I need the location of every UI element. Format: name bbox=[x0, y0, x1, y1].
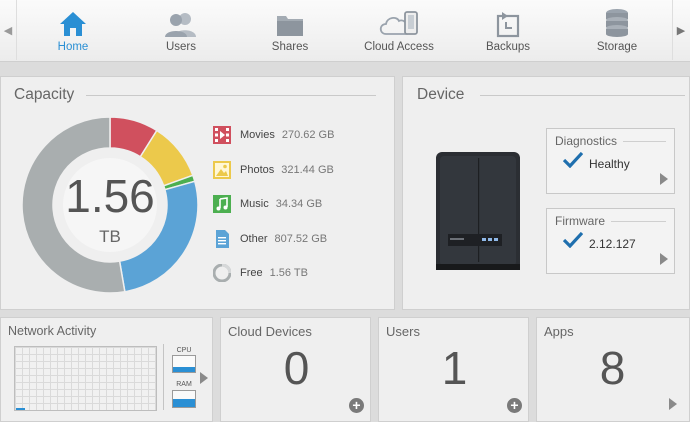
nav-item-cloud-access[interactable]: Cloud Access bbox=[358, 0, 440, 60]
legend-label: Movies bbox=[240, 129, 275, 141]
music-icon bbox=[213, 195, 231, 213]
chevron-right-icon: ▶ bbox=[676, 24, 686, 37]
cloud-devices-panel[interactable]: Cloud Devices 0 + bbox=[220, 317, 371, 422]
legend-size: 807.52 GB bbox=[274, 233, 328, 245]
card-divider bbox=[623, 141, 666, 142]
legend-label: Other bbox=[240, 233, 268, 245]
legend-label: Music bbox=[240, 198, 269, 210]
top-navigation: ◀ Home Users Shares Cloud Access Backups… bbox=[0, 0, 690, 62]
apps-title: Apps bbox=[544, 324, 574, 339]
diagnostics-title: Diagnostics bbox=[555, 134, 618, 148]
nav-item-backups[interactable]: Backups bbox=[473, 0, 543, 60]
nav-item-label: Backups bbox=[485, 41, 531, 53]
legend-size: 1.56 TB bbox=[269, 267, 308, 279]
cpu-meter bbox=[172, 355, 196, 373]
add-cloud-device-button[interactable]: + bbox=[349, 398, 364, 413]
chevron-right-icon[interactable] bbox=[669, 398, 677, 410]
firmware-title: Firmware bbox=[555, 214, 605, 228]
cloud-devices-title: Cloud Devices bbox=[228, 324, 312, 339]
database-icon bbox=[604, 0, 630, 38]
title-divider bbox=[480, 95, 685, 96]
nav-item-label: Storage bbox=[596, 41, 638, 53]
apps-panel[interactable]: Apps 8 bbox=[536, 317, 690, 422]
document-icon bbox=[213, 230, 231, 248]
nav-item-label: Users bbox=[165, 41, 197, 53]
ram-meter bbox=[172, 390, 196, 408]
legend-size: 321.44 GB bbox=[281, 164, 334, 176]
chevron-left-icon: ◀ bbox=[3, 24, 13, 37]
apps-count: 8 bbox=[599, 342, 626, 394]
cpu-label: CPU bbox=[176, 347, 192, 354]
free-space-icon bbox=[213, 264, 231, 282]
image-icon bbox=[213, 161, 231, 179]
nav-item-users[interactable]: Users bbox=[146, 0, 216, 60]
users-panel[interactable]: Users 1 + bbox=[378, 317, 529, 422]
nav-item-label: Home bbox=[57, 41, 89, 53]
chevron-right-icon[interactable] bbox=[660, 173, 668, 185]
nav-scroll-left-button[interactable]: ◀ bbox=[0, 0, 17, 60]
folder-icon bbox=[276, 0, 304, 38]
nav-scroll-right-button[interactable]: ▶ bbox=[672, 0, 689, 60]
legend-label: Photos bbox=[240, 164, 275, 176]
legend-item-other: Other 807.52 GB bbox=[213, 229, 327, 249]
checkmark-icon bbox=[562, 151, 584, 173]
ram-label: RAM bbox=[176, 381, 192, 388]
users-title: Users bbox=[386, 324, 420, 339]
diagnostics-card[interactable]: Diagnostics Healthy bbox=[546, 128, 675, 194]
diagnostics-value: Healthy bbox=[589, 157, 630, 171]
home-icon bbox=[58, 0, 88, 38]
legend-size: 270.62 GB bbox=[281, 129, 335, 141]
legend-size: 34.34 GB bbox=[275, 198, 323, 210]
nav-item-shares[interactable]: Shares bbox=[255, 0, 325, 60]
legend-item-free: Free 1.56 TB bbox=[213, 263, 308, 283]
cloud-devices-count: 0 bbox=[283, 342, 310, 394]
users-icon bbox=[165, 0, 197, 38]
film-icon bbox=[213, 126, 231, 144]
capacity-title: Capacity bbox=[14, 86, 75, 103]
legend-item-photos: Photos 321.44 GB bbox=[213, 160, 334, 180]
capacity-total-unit: TB bbox=[99, 227, 121, 246]
nav-item-label: Cloud Access bbox=[364, 41, 434, 53]
nav-item-storage[interactable]: Storage bbox=[582, 0, 652, 60]
backup-icon bbox=[494, 0, 522, 38]
network-activity-graph bbox=[14, 346, 157, 411]
capacity-panel: Capacity 1.56 TB Movies 270.62 GB Photos… bbox=[0, 76, 395, 310]
title-divider bbox=[86, 95, 376, 96]
users-count: 1 bbox=[441, 342, 468, 394]
network-activity-line bbox=[16, 408, 25, 410]
legend-item-movies: Movies 270.62 GB bbox=[213, 125, 334, 145]
legend-label: Free bbox=[240, 267, 263, 279]
legend-item-music: Music 34.34 GB bbox=[213, 194, 322, 214]
nas-device-image bbox=[436, 152, 520, 277]
plus-icon: + bbox=[352, 397, 361, 413]
firmware-value: 2.12.127 bbox=[589, 237, 636, 251]
chevron-right-icon[interactable] bbox=[660, 253, 668, 265]
cloud-phone-icon bbox=[378, 0, 420, 38]
firmware-card[interactable]: Firmware 2.12.127 bbox=[546, 208, 675, 274]
plus-icon: + bbox=[510, 397, 519, 413]
cpu-meter-fill bbox=[173, 367, 195, 372]
device-title: Device bbox=[417, 86, 465, 103]
nav-item-label: Shares bbox=[271, 41, 309, 53]
network-activity-title: Network Activity bbox=[8, 324, 97, 338]
add-user-button[interactable]: + bbox=[507, 398, 522, 413]
checkmark-icon bbox=[562, 231, 584, 253]
capacity-total-value: 1.56 bbox=[65, 170, 155, 222]
device-panel: Device Diagnostics Healthy Firmware 2.12… bbox=[402, 76, 690, 310]
divider bbox=[163, 344, 164, 410]
chevron-right-icon[interactable] bbox=[200, 372, 208, 384]
nav-item-home[interactable]: Home bbox=[38, 0, 108, 60]
card-divider bbox=[611, 221, 666, 222]
network-activity-panel[interactable]: Network Activity CPU RAM bbox=[0, 317, 213, 422]
ram-meter-fill bbox=[173, 399, 195, 407]
